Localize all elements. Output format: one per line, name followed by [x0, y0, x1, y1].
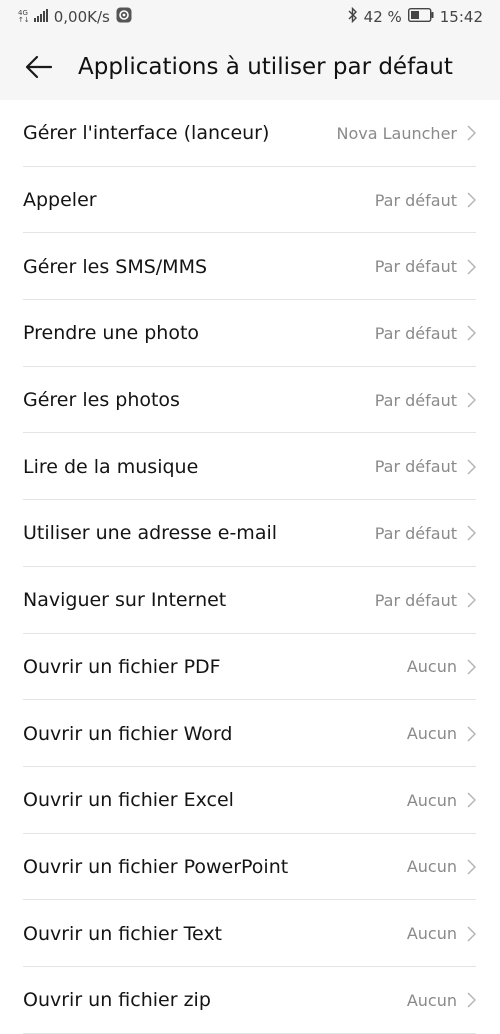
item-value: Aucun [406, 990, 457, 1010]
app-notification-icon [116, 7, 132, 27]
list-item[interactable]: Ouvrir un fichier Word Aucun [0, 700, 500, 767]
item-value: Par défaut [374, 190, 457, 210]
item-label: Prendre une photo [23, 322, 200, 345]
item-label: Ouvrir un fichier Word [23, 722, 233, 745]
battery-icon [407, 7, 434, 26]
default-apps-list: Gérer l'interface (lanceur) Nova Launche… [0, 100, 500, 1034]
battery-percent: 42 % [363, 8, 402, 26]
item-label: Ouvrir un fichier Excel [23, 789, 234, 812]
item-value-group: Aucun [407, 791, 476, 810]
chevron-right-icon [467, 125, 476, 141]
chevron-right-icon [467, 592, 476, 608]
list-item[interactable]: Prendre une photo Par défaut [0, 300, 500, 367]
item-label: Ouvrir un fichier Text [23, 922, 223, 945]
list-item[interactable]: Ouvrir un fichier zip Aucun [0, 967, 500, 1034]
item-value-group: Aucun [407, 991, 476, 1010]
back-button[interactable] [22, 50, 56, 84]
list-item[interactable]: Gérer l'interface (lanceur) Nova Launche… [0, 100, 500, 167]
network-activity: ↑↓ [18, 16, 30, 24]
item-label: Ouvrir un fichier zip [23, 989, 211, 1012]
item-value-group: Aucun [407, 857, 476, 876]
page-title: Applications à utiliser par défaut [78, 54, 453, 80]
item-value-group: Par défaut [375, 457, 476, 476]
item-label: Ouvrir un fichier PDF [23, 655, 221, 678]
list-item[interactable]: Lire de la musique Par défaut [0, 433, 500, 500]
item-value: Par défaut [374, 523, 457, 543]
status-right: 42 % 15:42 [348, 6, 483, 27]
chevron-right-icon [467, 859, 476, 875]
item-value-group: Aucun [407, 657, 476, 676]
status-left: 4G ↑↓ 0,00K/s [18, 7, 132, 27]
item-value: Par défaut [374, 390, 457, 410]
chevron-right-icon [467, 659, 476, 675]
item-value: Par défaut [374, 257, 457, 277]
arrow-left-icon [25, 55, 53, 79]
item-value-group: Par défaut [375, 391, 476, 410]
item-value-group: Aucun [407, 924, 476, 943]
list-item[interactable]: Ouvrir un fichier Text Aucun [0, 900, 500, 967]
item-label: Gérer les SMS/MMS [23, 255, 208, 278]
item-label: Utiliser une adresse e-mail [23, 522, 278, 545]
item-value-group: Nova Launcher [337, 124, 476, 143]
item-value-group: Par défaut [375, 524, 476, 543]
chevron-right-icon [467, 792, 476, 808]
item-value: Par défaut [374, 590, 457, 610]
item-value: Par défaut [374, 457, 457, 477]
list-item[interactable]: Appeler Par défaut [0, 167, 500, 234]
chevron-right-icon [467, 259, 476, 275]
item-value: Nova Launcher [336, 123, 457, 143]
list-item[interactable]: Utiliser une adresse e-mail Par défaut [0, 500, 500, 567]
item-value: Aucun [406, 857, 457, 877]
item-value: Aucun [406, 924, 457, 944]
item-value-group: Par défaut [375, 191, 476, 210]
item-value-group: Par défaut [375, 257, 476, 276]
list-item[interactable]: Naviguer sur Internet Par défaut [0, 567, 500, 634]
item-label: Naviguer sur Internet [23, 589, 227, 612]
network-speed: 0,00K/s [53, 8, 110, 26]
chevron-right-icon [467, 992, 476, 1008]
top-area: 4G ↑↓ 0,00K/s 42 % 15:42 Applications à … [0, 0, 500, 100]
network-type-badge: 4G ↑↓ [18, 10, 30, 24]
chevron-right-icon [467, 726, 476, 742]
status-bar: 4G ↑↓ 0,00K/s 42 % 15:42 [0, 0, 500, 34]
item-value: Par défaut [374, 323, 457, 343]
item-value: Aucun [406, 724, 457, 744]
list-item[interactable]: Ouvrir un fichier PDF Aucun [0, 634, 500, 701]
chevron-right-icon [467, 459, 476, 475]
signal-icon [33, 8, 48, 26]
item-label: Ouvrir un fichier PowerPoint [23, 855, 289, 878]
item-value: Aucun [406, 657, 457, 677]
list-item[interactable]: Ouvrir un fichier PowerPoint Aucun [0, 834, 500, 901]
item-value-group: Par défaut [375, 591, 476, 610]
page-header: Applications à utiliser par défaut [0, 34, 500, 100]
item-label: Gérer l'interface (lanceur) [23, 122, 270, 145]
item-label: Gérer les photos [23, 389, 180, 412]
item-value: Aucun [406, 790, 457, 810]
item-value-group: Par défaut [375, 324, 476, 343]
chevron-right-icon [467, 325, 476, 341]
chevron-right-icon [467, 525, 476, 541]
clock: 15:42 [439, 8, 483, 26]
list-item[interactable]: Ouvrir un fichier Excel Aucun [0, 767, 500, 834]
bluetooth-icon [348, 6, 358, 27]
item-label: Lire de la musique [23, 455, 199, 478]
chevron-right-icon [467, 192, 476, 208]
list-item[interactable]: Gérer les SMS/MMS Par défaut [0, 233, 500, 300]
chevron-right-icon [467, 926, 476, 942]
chevron-right-icon [467, 392, 476, 408]
item-label: Appeler [23, 189, 97, 212]
list-item[interactable]: Gérer les photos Par défaut [0, 367, 500, 434]
item-value-group: Aucun [407, 724, 476, 743]
